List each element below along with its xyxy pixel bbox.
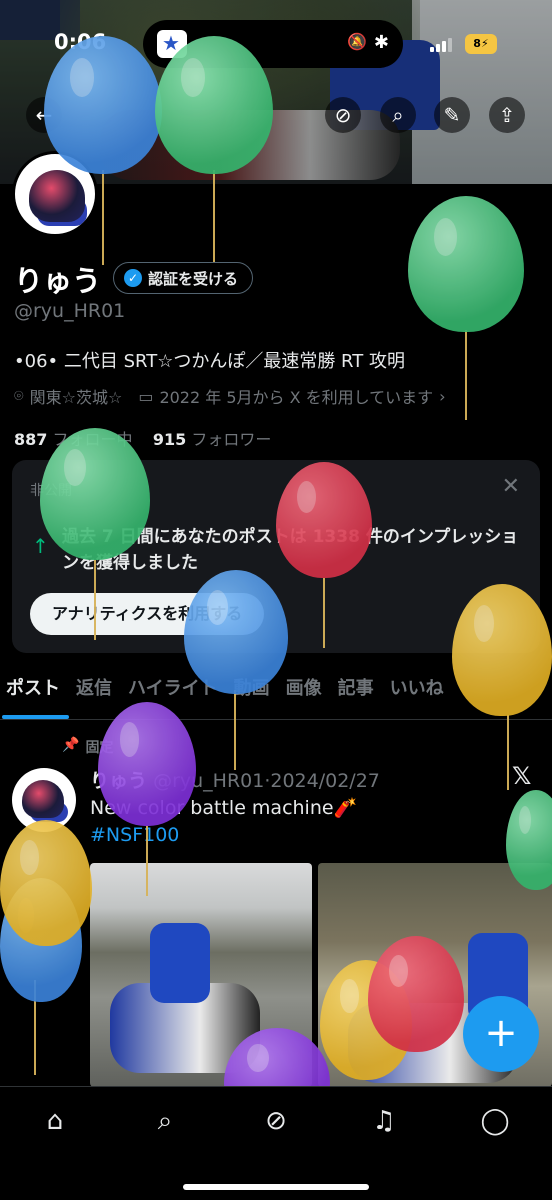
followers-label: フォロワー (191, 430, 272, 449)
pinned-label: 固定 (85, 740, 114, 756)
following-count: 887 (14, 430, 48, 449)
analytics-button[interactable]: アナリティクスを利用する (30, 593, 265, 635)
close-icon[interactable]: ✕ (502, 474, 520, 499)
balloon-green (408, 196, 524, 332)
tab-highlights[interactable]: ハイライト (123, 668, 229, 719)
arrow-up-icon: ↑ (32, 534, 49, 558)
grok-icon[interactable]: ⊘ (325, 97, 361, 133)
profile-handle: @ryu_HR01 (14, 300, 126, 322)
following-label: フォロー中 (52, 430, 133, 449)
verified-badge-icon: ✓ (124, 269, 142, 287)
status-time: 0:06 (54, 30, 107, 54)
pin-icon: 📌 (62, 737, 80, 753)
x-logo-icon: 𝕏 (512, 762, 532, 790)
analytics-card: 非公開 ✕ ↑ 過去 7 日間にあなたのポストは 1338 件のインプレッション… (12, 460, 540, 653)
post-header: りゅう @ryu_HR01·2024/02/27 (90, 770, 380, 792)
profile-name: りゅう (14, 264, 102, 298)
post-text: New color battle machine🧨 (90, 797, 358, 819)
profile-avatar[interactable] (12, 151, 98, 237)
home-icon[interactable]: ⌂ (35, 1103, 75, 1139)
follow-stats: 887 フォロー中 915 フォロワー (14, 426, 271, 450)
home-indicator (183, 1184, 369, 1190)
pinned-indicator: 📌 固定 (62, 737, 113, 757)
tab-videos[interactable]: 動画 (229, 668, 281, 719)
post-author-name[interactable]: りゅう (90, 770, 147, 792)
edit-icon[interactable]: ✎ (434, 97, 470, 133)
search-icon[interactable]: ⌕ (145, 1103, 185, 1139)
balloon-blue (0, 878, 82, 1002)
profile-bio: •06• 二代目 SRT☆つかんぽ／最速常勝 RT 攻明 (14, 351, 405, 372)
tab-articles[interactable]: 記事 (333, 668, 385, 719)
bluetooth-icon: ✱ (373, 32, 389, 53)
tab-likes[interactable]: いいね (385, 668, 455, 719)
back-arrow-icon[interactable]: ← (26, 97, 62, 133)
following-link[interactable]: 887 フォロー中 (14, 430, 133, 449)
get-verified-label: 認証を受ける (148, 269, 239, 288)
profile-joined: 2022 年 5月から X を利用しています (159, 388, 434, 407)
post-avatar-helmet (22, 780, 64, 818)
profile-meta: ⌾ 関東☆茨城☆ ▭ 2022 年 5月から X を利用しています › (14, 384, 446, 408)
bell-icon[interactable]: ♫ (364, 1103, 404, 1139)
status-bar: 0:06 🔕 ✱ 8⚡ (0, 0, 552, 90)
profile-location: 関東☆茨城☆ (29, 388, 123, 407)
post-date: 2024/02/27 (270, 770, 380, 792)
tab-replies[interactable]: 返信 (71, 668, 123, 719)
post-author-handle: @ryu_HR01 (153, 770, 265, 792)
avatar-helmet (29, 170, 85, 222)
location-icon: ⌾ (14, 386, 24, 405)
calendar-icon: ▭ (138, 386, 154, 406)
get-verified-button[interactable]: ✓ 認証を受ける (113, 262, 254, 294)
chevron-right-icon[interactable]: › (439, 387, 445, 406)
search-icon[interactable]: ⌕ (380, 97, 416, 133)
grok-icon[interactable]: ⊘ (256, 1103, 296, 1139)
tab-images[interactable]: 画像 (281, 668, 333, 719)
compose-button[interactable]: + (463, 996, 539, 1072)
app-activity-icon (157, 30, 187, 58)
post-hashtag[interactable]: #NSF100 (90, 824, 179, 846)
balloon-yellow (0, 820, 92, 946)
private-label: 非公開 (30, 483, 72, 499)
message-icon[interactable]: ◯ (475, 1103, 515, 1139)
followers-count: 915 (152, 430, 187, 449)
signal-icon (430, 38, 454, 52)
post-author-avatar[interactable] (12, 768, 76, 832)
share-icon[interactable]: ⇪ (489, 97, 525, 133)
impressions-message: 過去 7 日間にあなたのポストは 1338 件のインプレッションを獲得しました (62, 527, 519, 573)
dynamic-island: 🔕 ✱ (143, 20, 403, 68)
battery-icon: 8⚡ (465, 34, 497, 54)
followers-link[interactable]: 915 フォロワー (153, 430, 272, 449)
battery-level: 8 (473, 37, 481, 50)
mute-icon: 🔕 (347, 32, 367, 51)
image-rider (150, 923, 210, 1003)
profile-tabs: ポスト 返信 ハイライト 動画 画像 記事 いいね (0, 668, 552, 720)
tab-posts[interactable]: ポスト (0, 668, 71, 719)
post-image-1[interactable] (90, 863, 312, 1087)
